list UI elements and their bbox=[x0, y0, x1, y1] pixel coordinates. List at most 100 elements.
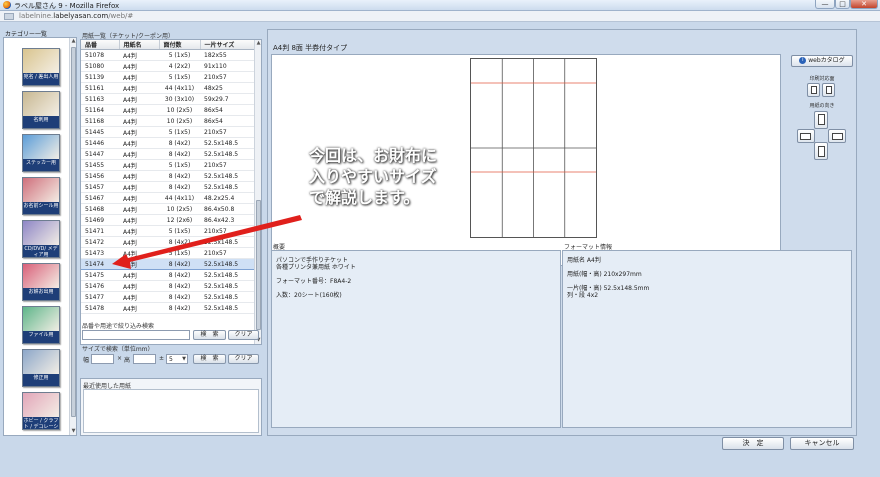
table-row[interactable]: 51475 A4判 8 (4x2) 52.5x148.5 bbox=[81, 269, 256, 281]
category-item[interactable]: ファイル用 bbox=[22, 306, 60, 344]
category-item[interactable]: CD/DVD/ メディア用 bbox=[22, 220, 60, 258]
table-row[interactable]: 51471 A4判 5 (1x5) 210x57 bbox=[81, 225, 256, 237]
height-label: 高 bbox=[124, 357, 131, 364]
category-item[interactable]: 修正用 bbox=[22, 349, 60, 387]
table-row[interactable]: 51472 A4判 8 (4x2) 52.5x148.5 bbox=[81, 236, 256, 248]
print-side-front-button[interactable] bbox=[807, 83, 820, 97]
web-catalog-label: webカタログ bbox=[808, 57, 845, 64]
width-input[interactable] bbox=[91, 354, 114, 364]
format-box: 用紙名 A4判 用紙(幅・高) 210x297mm 一片(幅・高) 52.5x148… bbox=[562, 250, 852, 428]
table-row[interactable]: 51469 A4判 12 (2x6) 86.4x42.3 bbox=[81, 214, 256, 226]
table-cell: 86x54 bbox=[200, 115, 256, 127]
tolerance-select[interactable]: 5 ▼ bbox=[166, 354, 188, 364]
recent-papers-list[interactable] bbox=[83, 389, 259, 433]
keyword-search-button[interactable]: 検 索 bbox=[193, 330, 226, 340]
table-row[interactable]: 51161 A4判 44 (4x11) 48x25 bbox=[81, 82, 256, 94]
chevron-down-icon[interactable]: ▼ bbox=[182, 356, 186, 362]
table-row[interactable]: 51474 A4判 8 (4x2) 52.5x148.5 bbox=[81, 258, 256, 270]
keyword-clear-button[interactable]: クリア bbox=[228, 330, 259, 340]
callout-line-2: 入りやすいサイズ bbox=[309, 167, 437, 186]
table-cell: 52.5x148.5 bbox=[200, 269, 256, 281]
table-row[interactable]: 51467 A4判 44 (4x11) 48.2x25.4 bbox=[81, 192, 256, 204]
table-row[interactable]: 51139 A4判 5 (1x5) 210x57 bbox=[81, 71, 256, 83]
info-icon: i bbox=[799, 57, 807, 64]
scroll-up-icon[interactable]: ▲ bbox=[70, 38, 76, 45]
category-label: お餅お出用 bbox=[23, 288, 59, 300]
print-side-back-button[interactable] bbox=[822, 83, 835, 97]
category-scroll-thumb[interactable] bbox=[71, 47, 76, 417]
orientation-reverse-button[interactable] bbox=[814, 142, 828, 160]
url-text[interactable]: labelnine.labelyasan.com/web/# bbox=[19, 12, 133, 20]
paper-table-scroll-thumb[interactable] bbox=[256, 200, 261, 330]
table-cell: A4判 bbox=[119, 247, 159, 259]
table-row[interactable]: 51164 A4判 10 (2x5) 86x54 bbox=[81, 104, 256, 116]
category-item[interactable]: お名前シール用 bbox=[22, 177, 60, 215]
size-search-button[interactable]: 検 索 bbox=[193, 354, 226, 364]
table-cell: 210x57 bbox=[200, 126, 256, 138]
column-header[interactable]: 品番 bbox=[81, 40, 120, 50]
table-cell: 51469 bbox=[81, 214, 119, 226]
table-row[interactable]: 51456 A4判 8 (4x2) 52.5x148.5 bbox=[81, 170, 256, 182]
table-row[interactable]: 51080 A4判 4 (2x2) 91x110 bbox=[81, 60, 256, 72]
size-clear-button[interactable]: クリア bbox=[228, 354, 259, 364]
table-cell: 51472 bbox=[81, 236, 119, 248]
ok-button[interactable]: 決 定 bbox=[722, 437, 784, 450]
table-cell: A4判 bbox=[119, 269, 159, 281]
category-item[interactable]: お餅お出用 bbox=[22, 263, 60, 301]
category-item[interactable]: ホビー / クラフト / デコレーション用 bbox=[22, 392, 60, 430]
table-cell: A4判 bbox=[119, 192, 159, 204]
orientation-left-button[interactable] bbox=[797, 129, 815, 143]
table-cell: 51139 bbox=[81, 71, 119, 83]
table-cell: 8 (4x2) bbox=[159, 258, 200, 270]
site-identity-icon[interactable] bbox=[4, 13, 14, 20]
category-item[interactable]: ステッカー用 bbox=[22, 134, 60, 172]
address-bar[interactable]: labelnine.labelyasan.com/web/# bbox=[0, 11, 880, 22]
sheet-layout-svg bbox=[471, 59, 596, 237]
table-row[interactable]: 51447 A4判 8 (4x2) 52.5x148.5 bbox=[81, 148, 256, 160]
table-cell: 8 (4x2) bbox=[159, 148, 200, 160]
table-row[interactable]: 51457 A4判 8 (4x2) 52.5x148.5 bbox=[81, 181, 256, 193]
paper-table-scrollbar[interactable]: ▲ ▼ bbox=[254, 40, 261, 344]
print-front-icon bbox=[811, 86, 817, 94]
category-item[interactable]: 名刺用 bbox=[22, 91, 60, 129]
table-row[interactable]: 51163 A4判 30 (3x10) 59x29.7 bbox=[81, 93, 256, 105]
maximize-button[interactable]: □ bbox=[835, 0, 850, 9]
orientation-portrait-button[interactable] bbox=[814, 111, 828, 129]
column-header[interactable]: 面付数 bbox=[159, 40, 201, 50]
category-label: 名刺用 bbox=[23, 116, 59, 128]
table-cell: A4判 bbox=[119, 60, 159, 72]
height-input[interactable] bbox=[133, 354, 156, 364]
paper-detail-panel: A4判 8面 半券付タイプ i webカタログ 印刷対応面 用紙の向き 概要 パ… bbox=[267, 29, 857, 436]
category-thumbnail bbox=[23, 92, 59, 118]
table-cell: 51478 bbox=[81, 302, 119, 314]
orientation-right-button[interactable] bbox=[828, 129, 846, 143]
table-row[interactable]: 51446 A4判 8 (4x2) 52.5x148.5 bbox=[81, 137, 256, 149]
scroll-up-icon[interactable]: ▲ bbox=[255, 40, 261, 47]
table-cell: 5 (1x5) bbox=[159, 247, 200, 259]
table-row[interactable]: 51468 A4判 10 (2x5) 86.4x50.8 bbox=[81, 203, 256, 215]
table-cell: 5 (1x5) bbox=[159, 49, 200, 61]
table-cell: 8 (4x2) bbox=[159, 170, 200, 182]
minimize-button[interactable]: — bbox=[815, 0, 835, 9]
web-catalog-button[interactable]: i webカタログ bbox=[791, 55, 853, 67]
table-cell: A4判 bbox=[119, 302, 159, 314]
scroll-down-icon[interactable]: ▼ bbox=[70, 428, 76, 435]
table-cell: 52.5x148.5 bbox=[200, 258, 256, 270]
cancel-button[interactable]: キャンセル bbox=[790, 437, 854, 450]
table-row[interactable]: 51445 A4判 5 (1x5) 210x57 bbox=[81, 126, 256, 138]
table-row[interactable]: 51473 A4判 5 (1x5) 210x57 bbox=[81, 247, 256, 259]
info-line: 用紙(幅・高) 210x297mm bbox=[567, 271, 642, 278]
close-button[interactable]: ✕ bbox=[850, 0, 878, 9]
table-row[interactable]: 51168 A4判 10 (2x5) 86x54 bbox=[81, 115, 256, 127]
firefox-icon bbox=[3, 1, 11, 9]
table-row[interactable]: 51455 A4判 5 (1x5) 210x57 bbox=[81, 159, 256, 171]
column-header[interactable]: 一片サイズ bbox=[200, 40, 257, 50]
table-row[interactable]: 51078 A4判 5 (1x5) 182x55 bbox=[81, 49, 256, 61]
table-row[interactable]: 51476 A4判 8 (4x2) 52.5x148.5 bbox=[81, 280, 256, 292]
category-scrollbar[interactable]: ▲ ▼ bbox=[69, 38, 76, 435]
table-row[interactable]: 51477 A4判 8 (4x2) 52.5x148.5 bbox=[81, 291, 256, 303]
category-item[interactable]: 宛名 / 差出人用 bbox=[22, 48, 60, 86]
column-header[interactable]: 用紙名 bbox=[119, 40, 160, 50]
table-row[interactable]: 51478 A4判 8 (4x2) 52.5x148.5 bbox=[81, 302, 256, 314]
keyword-search-input[interactable] bbox=[82, 330, 190, 340]
